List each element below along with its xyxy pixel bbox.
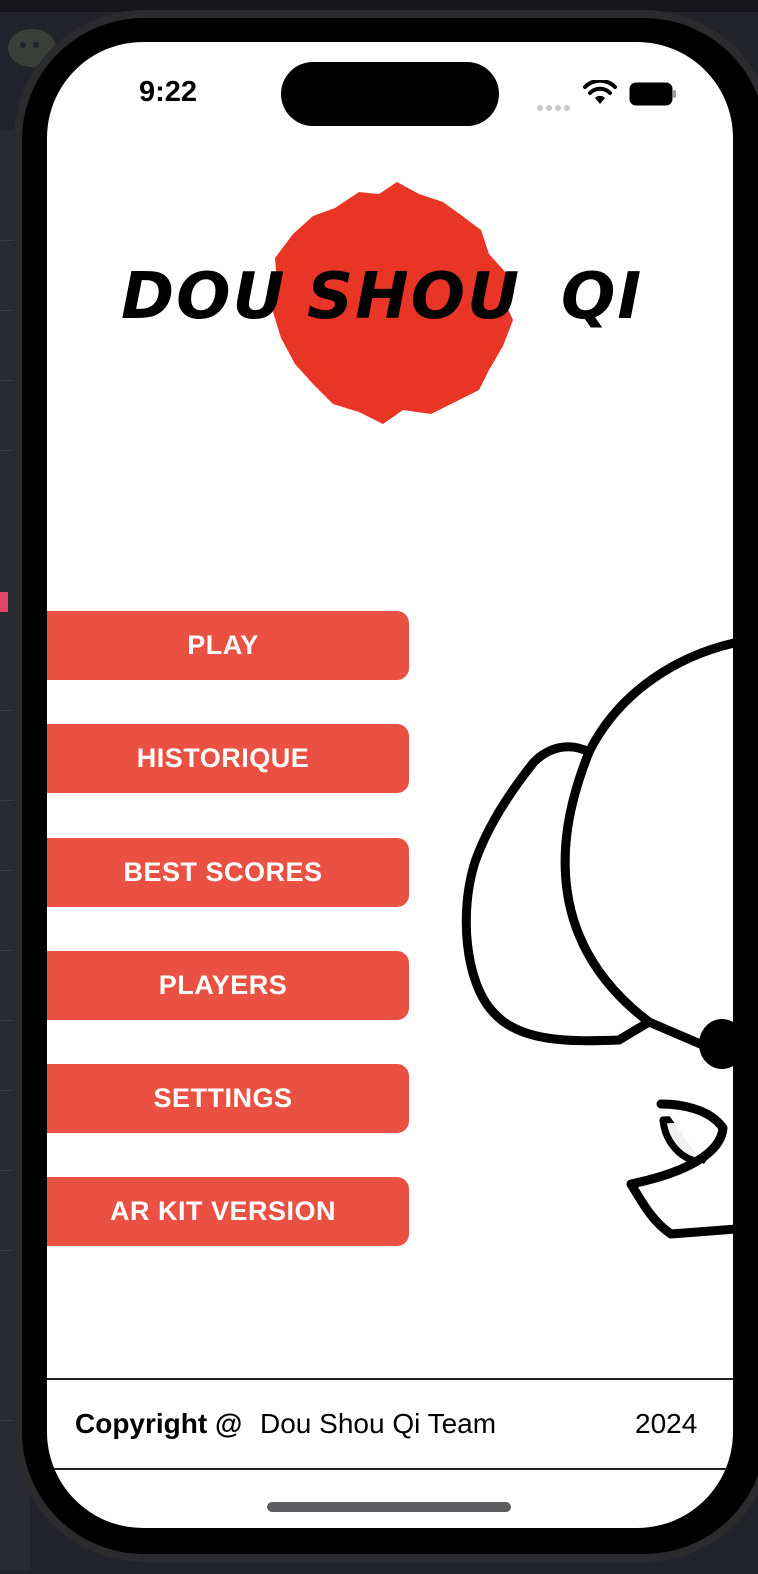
app-logo-title: DOU SHOU QI bbox=[121, 260, 661, 340]
app-screen: 9:22 DOU SHOU QI PLAY HISTORIQUE BEST SC… bbox=[47, 42, 733, 1528]
historique-button[interactable]: HISTORIQUE bbox=[47, 724, 409, 793]
logo-word-qi: QI bbox=[561, 260, 644, 334]
elephant-illustration bbox=[461, 638, 733, 1239]
desktop-accent-mark bbox=[0, 592, 8, 612]
footer-year: 2024 bbox=[635, 1408, 698, 1439]
dynamic-island bbox=[281, 62, 499, 126]
ar-kit-version-button[interactable]: AR KIT VERSION bbox=[47, 1177, 409, 1246]
footer-team-name: Dou Shou Qi Team bbox=[260, 1408, 497, 1439]
best-scores-button[interactable]: BEST SCORES bbox=[47, 838, 409, 907]
logo-word-dou: DOU bbox=[121, 260, 287, 334]
battery-icon bbox=[629, 82, 676, 106]
settings-button[interactable]: SETTINGS bbox=[47, 1064, 409, 1133]
footer-copyright-label: Copyright @ bbox=[75, 1408, 243, 1439]
play-button[interactable]: PLAY bbox=[47, 611, 409, 680]
home-indicator[interactable] bbox=[267, 1502, 511, 1512]
players-button[interactable]: PLAYERS bbox=[47, 951, 409, 1020]
elephant-trunk bbox=[626, 1099, 733, 1239]
wifi-icon bbox=[583, 80, 617, 104]
footer: Copyright @ Dou Shou Qi Team 2024 bbox=[47, 1378, 733, 1470]
logo-word-shou: SHOU bbox=[307, 260, 522, 334]
status-time: 9:22 bbox=[139, 76, 198, 108]
signal-dots-icon bbox=[537, 98, 573, 116]
